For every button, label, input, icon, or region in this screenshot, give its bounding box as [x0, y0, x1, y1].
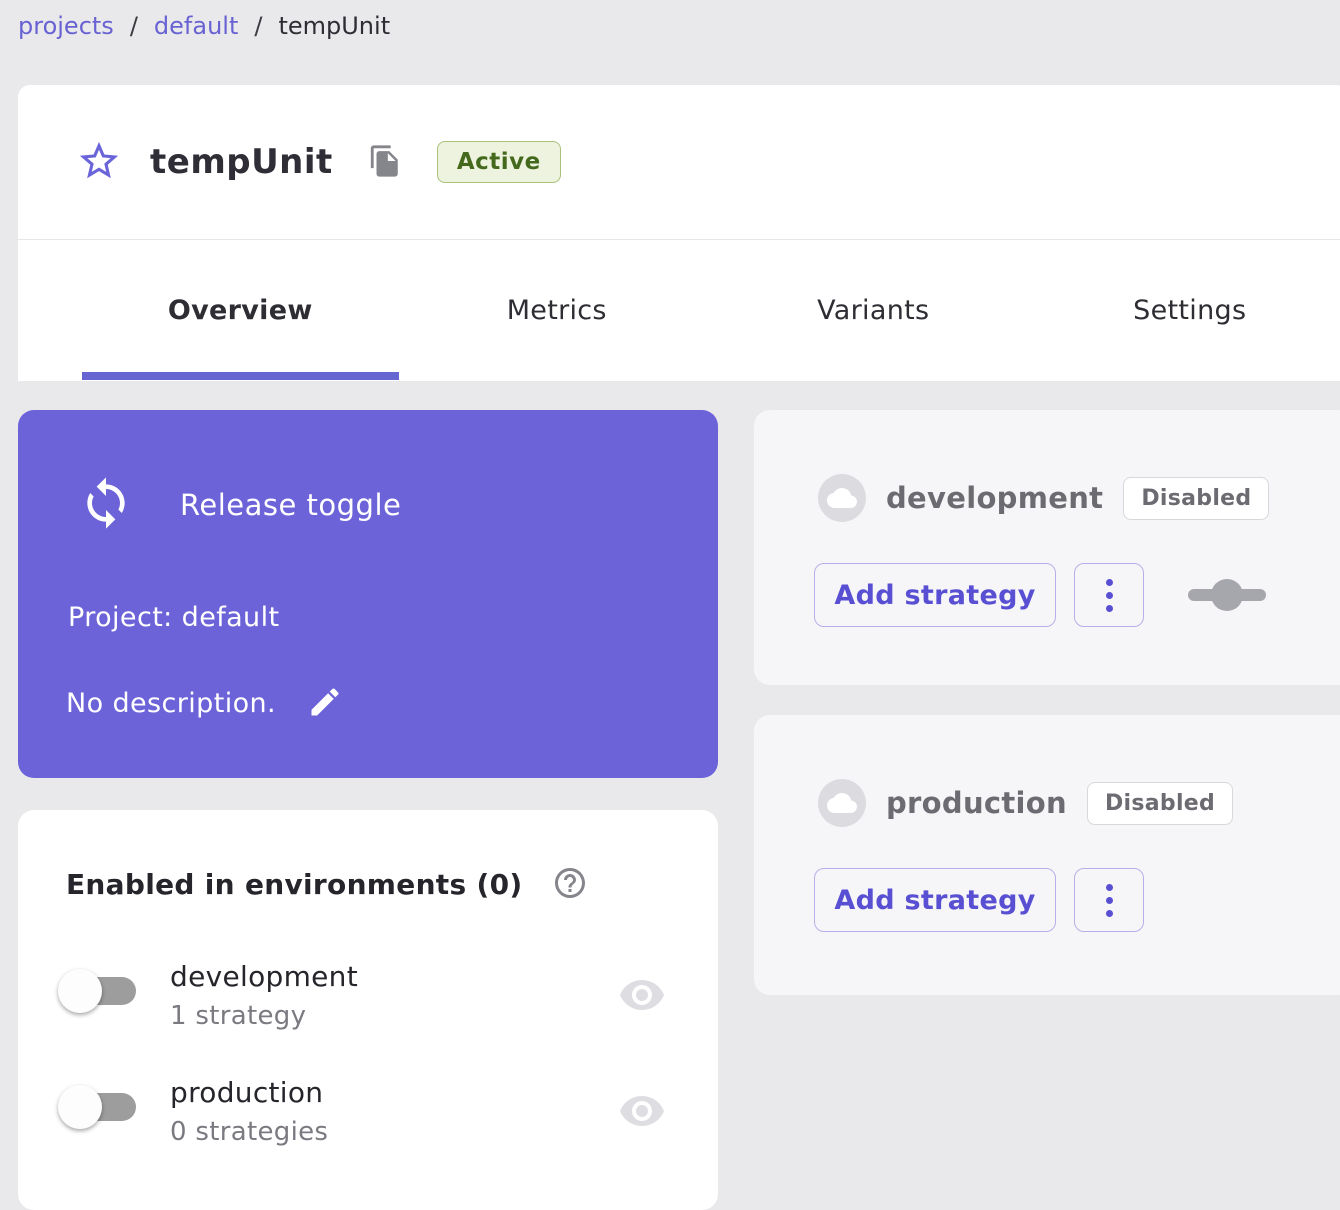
enabled-environments-title-row: Enabled in environments (0) — [66, 866, 588, 902]
breadcrumb: projects / default / tempUnit — [18, 12, 390, 40]
environment-row-text: development 1 strategy — [170, 960, 358, 1031]
status-badge: Active — [437, 141, 561, 183]
copy-icon — [368, 144, 402, 181]
strategy-slider-icon — [1184, 573, 1270, 617]
project-label: Project: default — [68, 602, 279, 633]
environment-status-badge: Disabled — [1123, 477, 1269, 520]
eye-icon — [618, 1087, 666, 1138]
more-actions-button[interactable] — [1074, 868, 1144, 932]
environment-header: production Disabled — [818, 779, 1233, 827]
feature-type-label: Release toggle — [180, 488, 401, 522]
breadcrumb-current: tempUnit — [278, 12, 390, 40]
tab-bar: Overview Metrics Variants Settings — [18, 240, 1340, 380]
cloud-icon — [818, 779, 866, 827]
release-toggle-loop-icon — [78, 475, 134, 535]
toggle-production[interactable] — [58, 1084, 146, 1130]
feature-summary-card: Release toggle Project: default No descr… — [18, 410, 718, 778]
environment-strategy-count: 0 strategies — [170, 1117, 328, 1147]
description-line: No description. — [66, 684, 344, 722]
environment-strategy-count: 1 strategy — [170, 1001, 358, 1031]
environment-row-name: production — [170, 1076, 328, 1109]
environment-row-production: production 0 strategies — [58, 1076, 718, 1166]
tab-variants-label: Variants — [817, 295, 929, 326]
toggle-development[interactable] — [58, 968, 146, 1014]
more-actions-button[interactable] — [1074, 563, 1144, 627]
feature-toggle-page: projects / default / tempUnit tempUnit A… — [0, 0, 1340, 1182]
tab-settings-label: Settings — [1133, 295, 1246, 326]
eye-icon — [618, 971, 666, 1022]
feature-type-row: Release toggle — [78, 467, 401, 543]
active-tab-indicator — [82, 372, 399, 380]
environment-actions: Add strategy — [814, 563, 1270, 627]
tab-metrics[interactable]: Metrics — [399, 240, 716, 380]
environment-row-text: production 0 strategies — [170, 1076, 328, 1147]
breadcrumb-separator: / — [130, 12, 138, 40]
cloud-icon — [818, 474, 866, 522]
view-strategies-button[interactable] — [618, 1088, 666, 1136]
environment-card-production: production Disabled Add strategy — [754, 715, 1340, 995]
tab-variants[interactable]: Variants — [715, 240, 1032, 380]
description-text: No description. — [66, 688, 276, 719]
feature-header-row: tempUnit Active — [18, 85, 1340, 240]
view-strategies-button[interactable] — [618, 972, 666, 1020]
kebab-menu-icon — [1106, 579, 1113, 612]
help-button[interactable] — [552, 866, 588, 902]
breadcrumb-link-default[interactable]: default — [154, 12, 238, 40]
tab-overview[interactable]: Overview — [82, 240, 399, 380]
tab-settings[interactable]: Settings — [1032, 240, 1340, 380]
kebab-menu-icon — [1106, 884, 1113, 917]
feature-header-card: tempUnit Active Overview Metrics Variant… — [18, 85, 1340, 381]
edit-description-button[interactable] — [306, 684, 344, 722]
environment-row-development: development 1 strategy — [58, 960, 718, 1050]
help-icon — [552, 865, 588, 904]
favorite-button[interactable] — [76, 139, 122, 185]
tab-overview-label: Overview — [168, 295, 313, 326]
pencil-icon — [307, 684, 343, 723]
environment-name: production — [886, 786, 1067, 820]
breadcrumb-separator: / — [254, 12, 262, 40]
star-outline-icon — [76, 138, 122, 187]
page-title: tempUnit — [150, 142, 333, 182]
environment-header: development Disabled — [818, 474, 1269, 522]
environment-name: development — [886, 481, 1103, 515]
environment-card-development: development Disabled Add strategy — [754, 410, 1340, 685]
enabled-environments-title: Enabled in environments (0) — [66, 868, 522, 901]
copy-name-button[interactable] — [367, 144, 403, 180]
environment-status-badge: Disabled — [1087, 782, 1233, 825]
enabled-environments-card: Enabled in environments (0) development … — [18, 810, 718, 1210]
add-strategy-button[interactable]: Add strategy — [814, 563, 1056, 627]
environment-row-name: development — [170, 960, 358, 993]
tab-metrics-label: Metrics — [507, 295, 607, 326]
add-strategy-button[interactable]: Add strategy — [814, 868, 1056, 932]
environment-actions: Add strategy — [814, 868, 1144, 932]
breadcrumb-link-projects[interactable]: projects — [18, 12, 114, 40]
